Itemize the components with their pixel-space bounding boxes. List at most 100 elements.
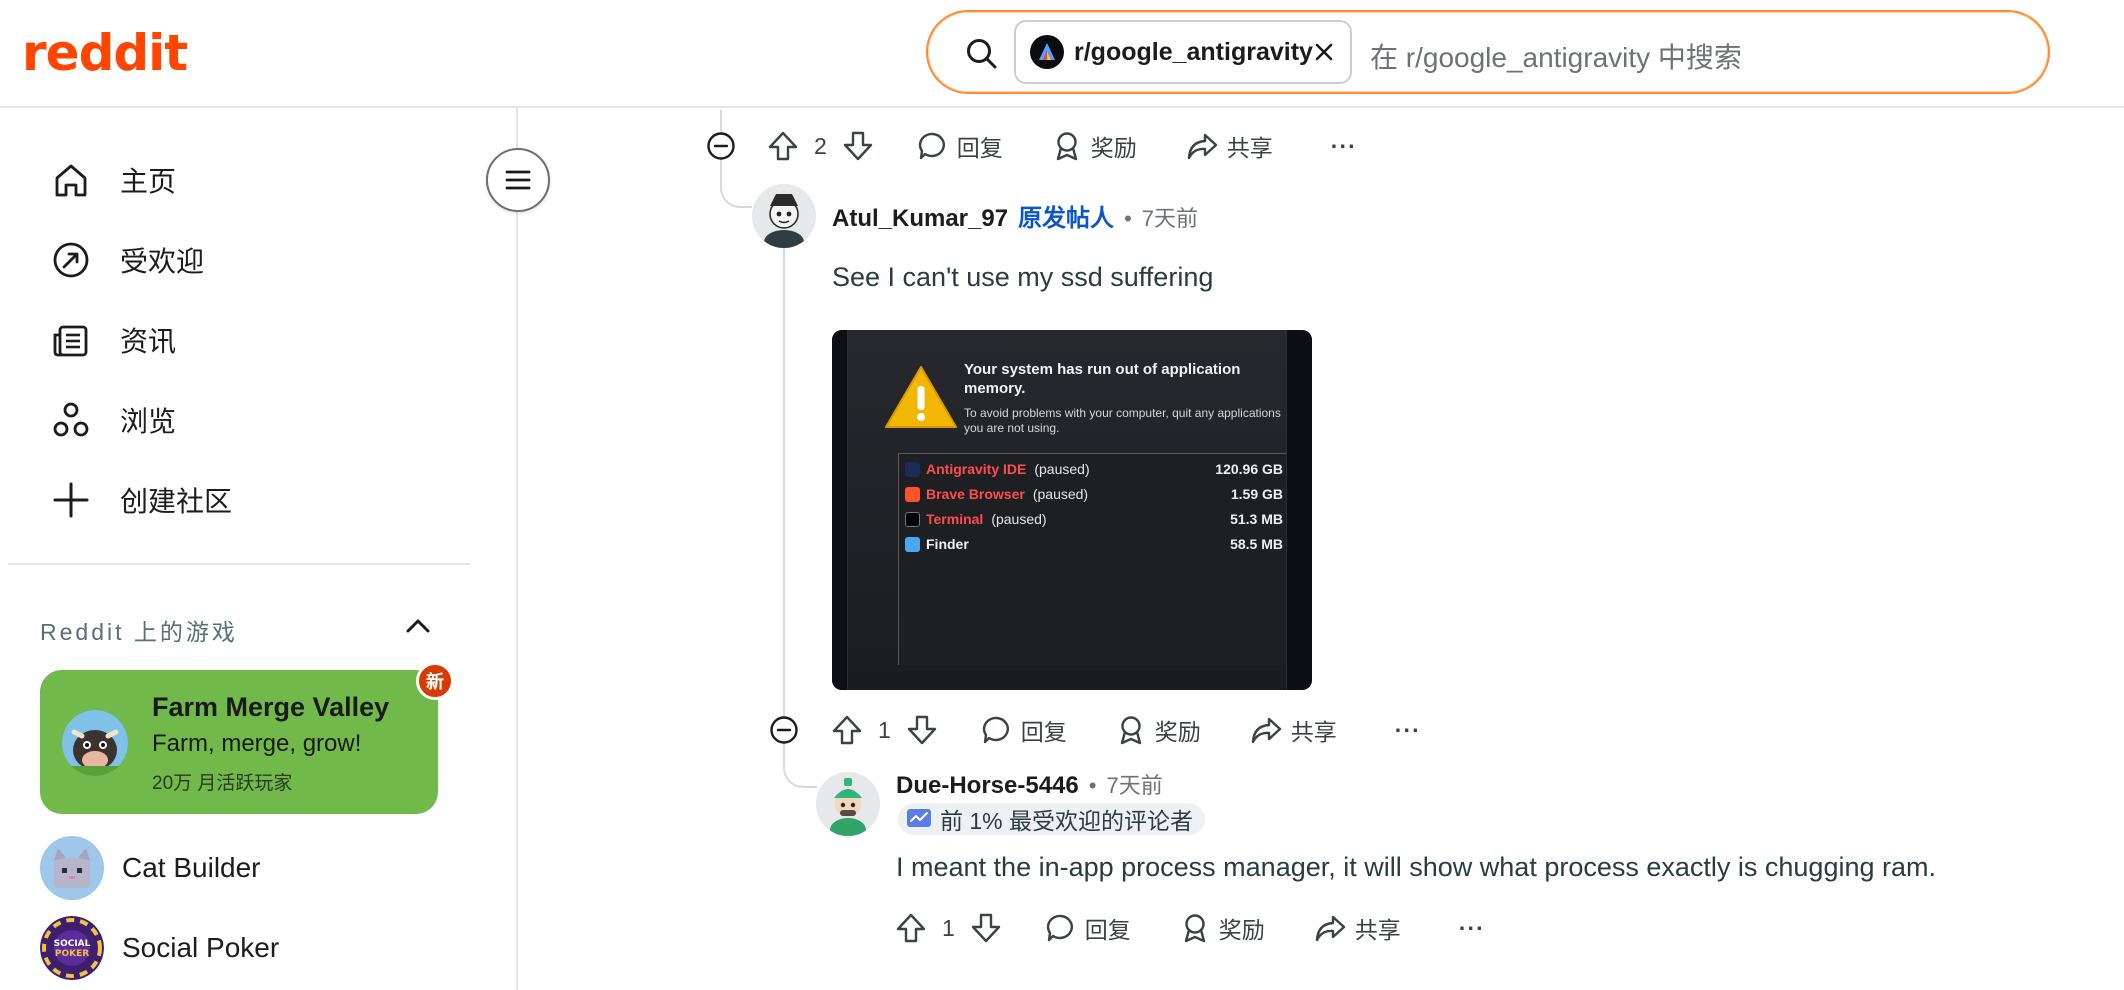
award-button[interactable]: 奖励 — [1051, 129, 1137, 163]
user-avatar-icon — [752, 184, 816, 248]
downvote-button[interactable] — [969, 911, 1003, 945]
avatar[interactable] — [816, 772, 880, 836]
comment-author[interactable]: Atul_Kumar_97 — [832, 205, 1008, 233]
app-row: Terminal (paused) 51.3 MB — [905, 508, 1291, 530]
app-memory: 1.59 GB — [1230, 486, 1283, 502]
sidebar-item-label: 受欢迎 — [120, 246, 205, 277]
more-options-button[interactable]: ··· — [1323, 133, 1357, 160]
comment-action-bar: 2 回复 奖励 共享 ··· — [766, 122, 1357, 170]
op-badge: 原发帖人 — [1018, 205, 1115, 232]
search-bar[interactable]: r/google_antigravity 在 r/google_antigrav… — [926, 10, 2050, 94]
sidebar-item-news[interactable]: 资讯 — [50, 310, 450, 370]
downvote-icon — [843, 131, 872, 161]
upvote-icon — [768, 131, 798, 161]
collapse-thread-icon[interactable] — [706, 131, 736, 161]
upvote-icon — [896, 913, 926, 943]
reply-button[interactable]: 回复 — [1045, 911, 1131, 945]
share-label: 共享 — [1226, 135, 1273, 161]
antigravity-logo-icon — [1039, 43, 1055, 60]
reply-label: 回复 — [1020, 719, 1067, 745]
search-input[interactable]: 在 r/google_antigravity 中搜索 — [1370, 36, 1742, 76]
more-options-button[interactable]: ··· — [1387, 717, 1421, 744]
upvote-icon — [832, 715, 862, 745]
comment-body: I meant the in-app process manager, it w… — [896, 852, 1936, 882]
game-player-count: 20万 月活跃玩家 — [152, 773, 293, 794]
award-label: 奖励 — [1218, 917, 1265, 943]
share-button[interactable]: 共享 — [1249, 713, 1337, 747]
comment-timestamp[interactable]: 7天前 — [1142, 201, 1198, 233]
share-button[interactable]: 共享 — [1313, 911, 1401, 945]
memory-alert-dialog: Your system has run out of application m… — [848, 330, 1296, 690]
sidebar-item-home[interactable]: 主页 — [50, 150, 450, 210]
farm-merge-valley-avatar — [62, 710, 128, 776]
app-state: (paused) — [1034, 461, 1090, 477]
user-flair: 前 1% 最受欢迎的评论者 — [898, 803, 1206, 835]
explore-icon — [53, 402, 89, 437]
collapse-thread-icon[interactable] — [769, 715, 799, 745]
poker-chip-icon: SOCIAL POKER — [40, 916, 104, 980]
user-avatar-icon — [816, 772, 880, 836]
alert-title: Your system has run out of application m… — [964, 361, 1241, 397]
reddit-logo[interactable]: reddit — [22, 26, 188, 80]
comment-author[interactable]: Due-Horse-5446 — [896, 772, 1079, 800]
share-button[interactable]: 共享 — [1185, 129, 1273, 163]
game-title: Farm Merge Valley — [152, 692, 390, 722]
award-button[interactable]: 奖励 — [1179, 911, 1265, 945]
finder-app-icon — [905, 536, 920, 552]
award-icon — [1056, 132, 1077, 161]
left-sidebar: 主页 受欢迎 资讯 浏览 创建社区 Reddit 上的游戏 Farm Merge… — [0, 108, 518, 990]
upvote-button[interactable] — [894, 911, 928, 945]
games-section-title[interactable]: Reddit 上的游戏 — [40, 613, 238, 647]
reply-label: 回复 — [956, 135, 1003, 161]
downvote-button[interactable] — [905, 713, 939, 747]
featured-game-card[interactable]: Farm Merge Valley Farm, merge, grow! 20万… — [40, 670, 438, 814]
subreddit-chip-label: r/google_antigravity — [1074, 37, 1313, 66]
top-commenter-icon — [907, 809, 931, 827]
award-icon — [1120, 716, 1141, 745]
upvote-button[interactable] — [830, 713, 864, 747]
sidebar-item-popular[interactable]: 受欢迎 — [50, 230, 450, 290]
subreddit-avatar — [1030, 35, 1064, 69]
app-state: (paused) — [991, 511, 1047, 527]
image-terminal-edge — [1286, 330, 1312, 690]
meta-separator: • — [1124, 206, 1132, 231]
share-icon — [1251, 717, 1281, 744]
thread-line[interactable] — [783, 246, 785, 706]
downvote-icon — [907, 715, 936, 745]
award-label: 奖励 — [1154, 719, 1201, 745]
comment-icon — [918, 132, 945, 160]
comment-icon — [982, 716, 1009, 744]
sidebar-item-create-community[interactable]: 创建社区 — [50, 470, 450, 530]
more-icon: ··· — [1394, 716, 1421, 743]
sidebar-game-social-poker[interactable]: SOCIAL POKER Social Poker — [40, 916, 279, 980]
sidebar-item-label: 主页 — [120, 166, 177, 197]
more-options-button[interactable]: ··· — [1451, 915, 1485, 942]
game-label: Social Poker — [122, 932, 280, 963]
brave-app-icon — [905, 486, 920, 502]
upvote-button[interactable] — [766, 129, 800, 163]
avatar[interactable] — [752, 184, 816, 248]
reply-button[interactable]: 回复 — [981, 713, 1067, 747]
cat-icon — [40, 836, 104, 900]
share-icon — [1187, 133, 1217, 160]
sidebar-game-cat-builder[interactable]: Cat Builder — [40, 836, 261, 900]
app-row: Finder 58.5 MB — [905, 533, 1291, 555]
game-label: Cat Builder — [122, 852, 261, 883]
comment-action-bar: 1 回复 奖励 共享 ··· — [894, 904, 1485, 952]
sidebar-item-explore[interactable]: 浏览 — [50, 390, 450, 450]
subreddit-scope-chip[interactable]: r/google_antigravity — [1014, 20, 1352, 84]
app-state: (paused) — [1032, 486, 1089, 502]
reply-button[interactable]: 回复 — [917, 129, 1003, 163]
meta-separator: • — [1088, 773, 1097, 798]
downvote-button[interactable] — [841, 129, 875, 163]
vote-count: 2 — [814, 132, 827, 159]
sidebar-toggle-button[interactable] — [486, 148, 550, 212]
search-icon — [967, 39, 997, 69]
reply-label: 回复 — [1084, 917, 1131, 943]
comment-timestamp[interactable]: 7天前 — [1106, 768, 1162, 800]
comment-image[interactable]: Your system has run out of application m… — [832, 330, 1312, 690]
thread-branch — [720, 168, 752, 208]
award-button[interactable]: 奖励 — [1115, 713, 1201, 747]
close-icon[interactable] — [1310, 38, 1338, 66]
chevron-up-icon[interactable] — [402, 610, 434, 642]
